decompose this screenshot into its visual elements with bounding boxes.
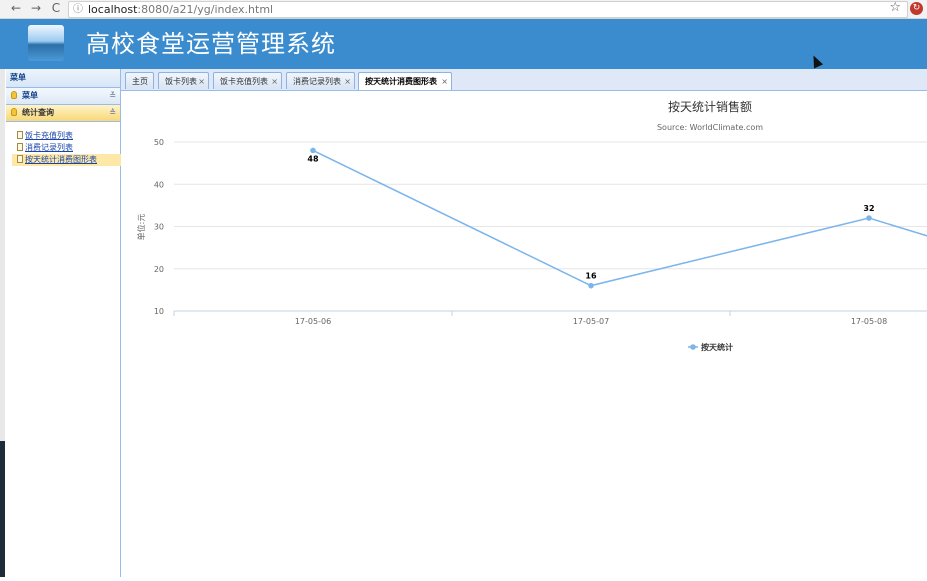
document-icon	[17, 155, 23, 163]
sidebar-item-label: 饭卡充值列表	[25, 131, 73, 140]
info-icon[interactable]: ⓘ	[73, 2, 83, 17]
data-point[interactable]	[310, 147, 316, 154]
sidebar-item-consumption[interactable]: 消费记录列表	[14, 142, 120, 154]
legend[interactable]: 按天统计	[688, 342, 733, 352]
data-label: 32	[863, 204, 874, 213]
app-header: 高校食堂运营管理系统	[0, 19, 927, 69]
tab-card-recharge[interactable]: 饭卡充值列表 ×	[213, 72, 282, 89]
sidebar-item-label: 按天统计消费图形表	[25, 155, 97, 164]
y-tick-label: 20	[154, 265, 164, 274]
legend-label[interactable]: 按天统计	[701, 342, 733, 352]
data-point[interactable]	[588, 282, 594, 289]
chart-area: 按天统计销售额 Source: WorldClimate.com 单位:元 10…	[121, 91, 927, 577]
x-tick-label: 17-05-07	[573, 317, 609, 326]
desktop-edge	[0, 69, 5, 577]
chart-subtitle: Source: WorldClimate.com	[657, 123, 763, 132]
app-title: 高校食堂运营管理系统	[86, 30, 336, 58]
sidebar-item-label: 消费记录列表	[25, 143, 73, 152]
series-line-path	[312, 149, 927, 287]
tab-bar: 主页 饭卡列表 × 饭卡充值列表 × 消费记录列表 × 按天统计消费图形表 ×	[121, 69, 927, 91]
forward-icon[interactable]: →	[29, 1, 43, 15]
bookmark-star-icon[interactable]: ☆	[889, 1, 901, 15]
tab-home[interactable]: 主页	[125, 72, 154, 89]
data-label: 48	[307, 154, 319, 163]
bulb-icon	[11, 108, 17, 116]
sidebar-section-stats[interactable]: 统计查询 ≙	[6, 105, 120, 122]
close-icon[interactable]: ×	[441, 73, 448, 90]
tab-label: 主页	[132, 77, 148, 86]
legend-marker	[690, 344, 696, 350]
document-icon	[17, 131, 23, 139]
tab-label: 饭卡列表	[165, 77, 197, 86]
desktop-edge-dark	[0, 441, 5, 577]
y-tick-label: 30	[154, 223, 164, 232]
close-icon[interactable]: ×	[344, 73, 351, 90]
tab-label: 消费记录列表	[293, 77, 341, 86]
y-tick-label: 40	[154, 180, 164, 189]
app-logo	[28, 25, 64, 61]
browser-toolbar: ← → C ⓘ localhost:8080/a21/yg/index.html…	[0, 0, 927, 19]
x-axis: 17-05-06 17-05-07 17-05-08	[173, 310, 927, 326]
reload-icon[interactable]: C	[49, 1, 63, 15]
collapse-icon[interactable]: ≙	[109, 105, 116, 121]
data-label: 16	[585, 272, 597, 281]
grid-lines	[174, 141, 927, 270]
x-tick-label: 17-05-06	[295, 317, 331, 326]
line-chart: 按天统计销售额 Source: WorldClimate.com 单位:元 10…	[136, 99, 927, 352]
url-text: localhost:8080/a21/yg/index.html	[88, 2, 273, 17]
sidebar-tree: 饭卡充值列表 消费记录列表 按天统计消费图形表	[6, 122, 121, 166]
tab-label: 按天统计消费图形表	[365, 77, 437, 86]
sidebar: 菜单 菜单 ≚ 统计查询 ≙ 饭卡充值列表 消费记录列表 按天统计消费图形表	[6, 69, 121, 577]
y-tick-labels: 10 20 30 40 50	[154, 138, 164, 316]
tab-consumption[interactable]: 消费记录列表 ×	[286, 72, 355, 89]
tab-card-list[interactable]: 饭卡列表 ×	[158, 72, 209, 89]
address-bar[interactable]: ⓘ localhost:8080/a21/yg/index.html	[68, 1, 908, 18]
sidebar-item-daily-chart[interactable]: 按天统计消费图形表	[12, 154, 121, 166]
sidebar-item-card-recharge[interactable]: 饭卡充值列表	[14, 130, 120, 142]
bulb-icon	[11, 91, 17, 99]
series-line: 48 16 32	[307, 147, 927, 289]
y-tick-label: 50	[154, 138, 164, 147]
sidebar-section-label: 菜单	[22, 91, 38, 100]
sidebar-title: 菜单	[6, 69, 120, 88]
chart-title: 按天统计销售额	[668, 99, 752, 114]
y-tick-label: 10	[154, 307, 164, 316]
close-icon[interactable]: ×	[271, 73, 278, 90]
back-icon[interactable]: ←	[9, 1, 23, 15]
x-tick-label: 17-05-08	[851, 317, 887, 326]
document-icon	[17, 143, 23, 151]
data-point[interactable]	[866, 215, 872, 221]
url-path: :8080/a21/yg/index.html	[137, 3, 274, 16]
y-axis-label: 单位:元	[136, 214, 146, 241]
tab-daily-chart[interactable]: 按天统计消费图形表 ×	[358, 72, 452, 90]
close-icon[interactable]: ×	[198, 73, 205, 90]
url-host: localhost	[88, 3, 138, 16]
sidebar-section-menu[interactable]: 菜单 ≚	[6, 88, 120, 105]
extension-icon[interactable]: ↻	[910, 2, 923, 15]
tab-label: 饭卡充值列表	[220, 77, 268, 86]
expand-icon[interactable]: ≚	[109, 88, 116, 104]
sidebar-section-label: 统计查询	[22, 108, 54, 117]
main-panel: 主页 饭卡列表 × 饭卡充值列表 × 消费记录列表 × 按天统计消费图形表 × …	[121, 69, 927, 577]
